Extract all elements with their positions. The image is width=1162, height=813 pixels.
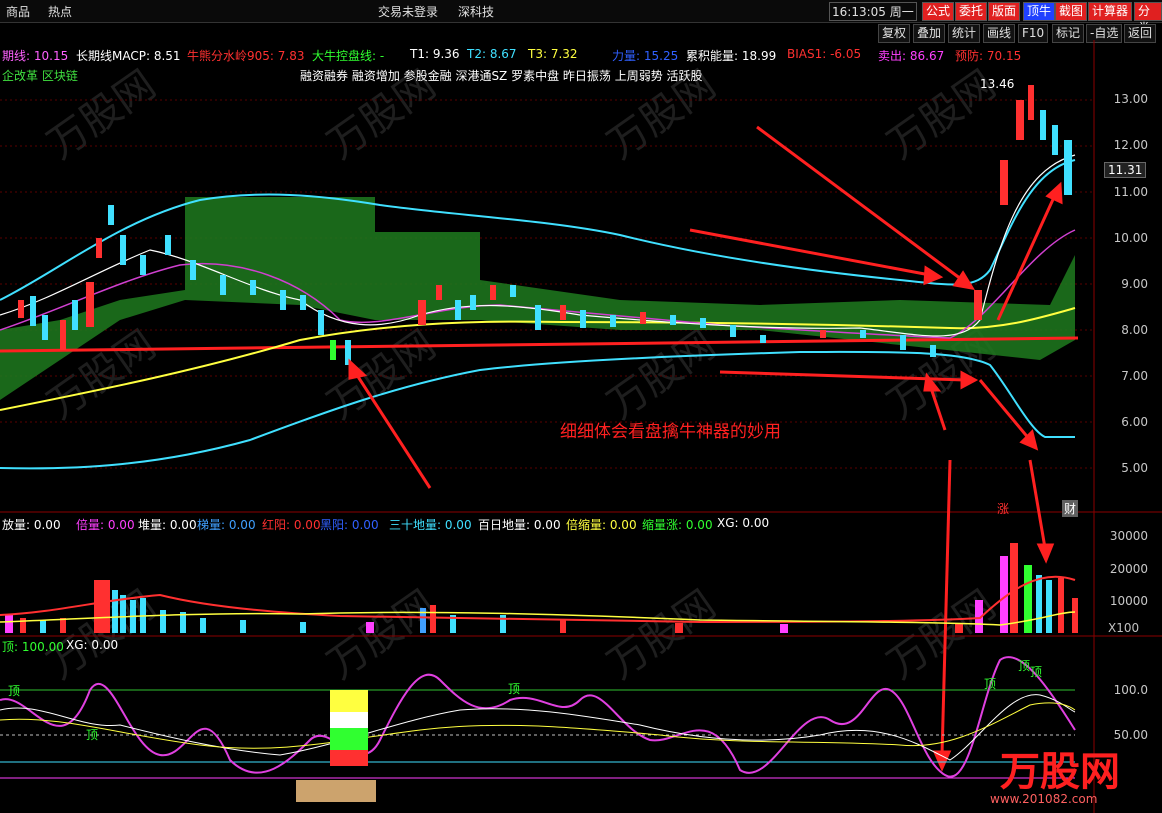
osc-top-label-1: 顶 [8,684,21,698]
osc-top-label-6: 顶 [1030,665,1043,679]
vol-ind-9: 缩量涨: 0.00 [642,518,713,532]
brand-logo: 万股网 [1000,749,1120,795]
osc-ind-0: 顶: 100.00 [2,640,64,654]
svg-text:万股网: 万股网 [599,582,724,689]
svg-text:万股网: 万股网 [879,582,1004,689]
vol-ind-1: 倍量: 0.00 [76,518,135,532]
osc-hands-area [296,780,376,802]
price-grid [0,99,1094,469]
osc-axis-50: 50.00 [1113,728,1148,742]
osc-block-green [330,728,368,750]
vol-ind-8: 倍缩量: 0.00 [566,518,637,532]
svg-text:万股网: 万股网 [319,62,444,169]
osc-top-label-3: 顶 [508,682,521,696]
vol-axis-20000: 20000 [1109,562,1148,576]
vol-ind-7: 百日地量: 0.00 [478,518,561,532]
svg-text:万股网: 万股网 [319,582,444,689]
zhang-marker: 涨 [997,502,1010,516]
osc-block-yellow [330,690,368,712]
vol-ind-4: 红阳: 0.00 [262,518,321,532]
svg-text:万股网: 万股网 [599,322,724,429]
osc-block-red [330,750,368,766]
svg-text:万股网: 万股网 [599,62,724,169]
caibao-marker: 财 [1062,500,1079,517]
vol-ind-3: 梯量: 0.00 [197,518,256,532]
vol-unit: X100 [1108,621,1140,635]
osc-top-label-2: 顶 [86,728,99,742]
vol-ind-10: XG: 0.00 [717,516,770,530]
osc-block-white [330,712,368,728]
upper-band-line [0,159,1076,301]
annotation-text: 细细体会看盘擒牛神器的妙用 [560,422,781,442]
vol-ind-6: 三十地量: 0.00 [389,518,472,532]
vol-ind-0: 放量: 0.00 [2,518,61,532]
osc-top-label-5: 顶 [1018,659,1031,673]
annotation-arrows [348,125,1063,772]
svg-text:万股网: 万股网 [39,62,164,169]
brand-url: www.201082.com [990,792,1097,806]
high-price-label: 13.46 [980,77,1015,91]
vol-axis-30000: 30000 [1109,529,1148,543]
osc-ind-1: XG: 0.00 [66,638,119,652]
vol-ind-2: 堆量: 0.00 [138,518,197,532]
vol-ind-5: 黑阳: 0.00 [320,518,379,532]
osc-top-label-4: 顶 [984,677,997,691]
osc-axis-100: 100.0 [1113,683,1148,697]
vol-axis-10000: 10000 [1109,594,1148,608]
watermark-layer: 万股网 万股网 万股网 万股网 万股网 万股网 万股网 万股网 万股网 万股网 … [39,62,1004,689]
